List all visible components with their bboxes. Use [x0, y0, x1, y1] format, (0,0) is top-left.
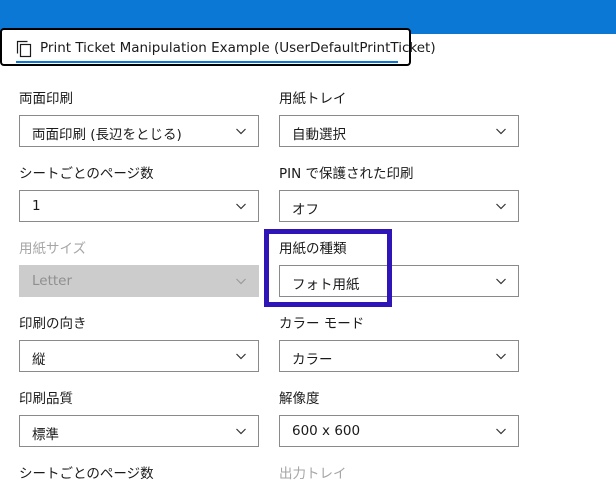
pin-print-field: PIN で保護された印刷 オフ — [279, 166, 519, 222]
color-mode-select[interactable]: カラー — [279, 340, 519, 372]
print-quality-label: 印刷品質 — [19, 391, 73, 407]
orientation-label: 印刷の向き — [19, 316, 87, 332]
input-bin-select[interactable]: 自動選択 — [279, 115, 519, 147]
duplex-select[interactable]: 両面印刷 (長辺をとじる) — [19, 115, 259, 147]
pin-print-value: オフ — [292, 202, 319, 218]
pin-print-label: PIN で保護された印刷 — [279, 166, 414, 182]
chevron-down-icon — [236, 128, 246, 135]
paper-type-field: 用紙の種類 フォト用紙 — [279, 241, 519, 297]
chevron-down-icon — [496, 428, 506, 435]
paper-type-label: 用紙の種類 — [279, 241, 347, 257]
color-mode-label: カラー モード — [279, 316, 365, 332]
orientation-field: 印刷の向き 縦 — [19, 316, 259, 372]
orientation-value: 縦 — [32, 352, 46, 368]
paper-type-value: フォト用紙 — [292, 277, 360, 293]
pages-per-sheet-select[interactable]: 1 — [19, 190, 259, 222]
tab-title: Print Ticket Manipulation Example (UserD… — [40, 40, 436, 56]
chevron-down-icon — [496, 203, 506, 210]
tab-active-indicator — [16, 61, 398, 63]
duplex-field: 両面印刷 両面印刷 (長辺をとじる) — [19, 91, 259, 147]
duplex-label: 両面印刷 — [19, 91, 73, 107]
chevron-down-icon — [236, 353, 246, 360]
resolution-field: 解像度 600 x 600 — [279, 391, 519, 447]
chevron-down-icon — [236, 428, 246, 435]
resolution-select[interactable]: 600 x 600 — [279, 415, 519, 447]
pin-print-select[interactable]: オフ — [279, 190, 519, 222]
orientation-select[interactable]: 縦 — [19, 340, 259, 372]
paper-size-field: 用紙サイズ Letter — [19, 241, 259, 297]
duplex-value: 両面印刷 (長辺をとじる) — [32, 127, 182, 143]
tab-print-ticket[interactable]: Print Ticket Manipulation Example (UserD… — [0, 28, 436, 66]
input-bin-label: 用紙トレイ — [279, 91, 347, 107]
chevron-down-icon — [236, 278, 246, 285]
paper-size-label: 用紙サイズ — [19, 241, 87, 257]
chevron-down-icon — [496, 128, 506, 135]
input-bin-value: 自動選択 — [292, 127, 346, 143]
print-quality-select[interactable]: 標準 — [19, 415, 259, 447]
resolution-value: 600 x 600 — [292, 423, 361, 439]
output-bin-label: 出力トレイ — [279, 466, 347, 482]
pages-per-sheet-label-2: シートごとのページ数 — [19, 466, 154, 482]
color-mode-field: カラー モード カラー — [279, 316, 519, 372]
pages-per-sheet-field: シートごとのページ数 1 — [19, 166, 259, 222]
chevron-down-icon — [236, 203, 246, 210]
color-mode-value: カラー — [292, 352, 333, 368]
paper-size-select: Letter — [19, 265, 259, 297]
paper-size-value: Letter — [32, 273, 73, 289]
print-quality-value: 標準 — [32, 427, 59, 443]
input-bin-field: 用紙トレイ 自動選択 — [279, 91, 519, 147]
chevron-down-icon — [496, 278, 506, 285]
copy-icon — [16, 40, 32, 58]
print-quality-field: 印刷品質 標準 — [19, 391, 259, 447]
chevron-down-icon — [496, 353, 506, 360]
pages-per-sheet-value: 1 — [32, 198, 41, 214]
paper-type-select[interactable]: フォト用紙 — [279, 265, 519, 297]
pages-per-sheet-label: シートごとのページ数 — [19, 166, 154, 182]
resolution-label: 解像度 — [279, 391, 320, 407]
